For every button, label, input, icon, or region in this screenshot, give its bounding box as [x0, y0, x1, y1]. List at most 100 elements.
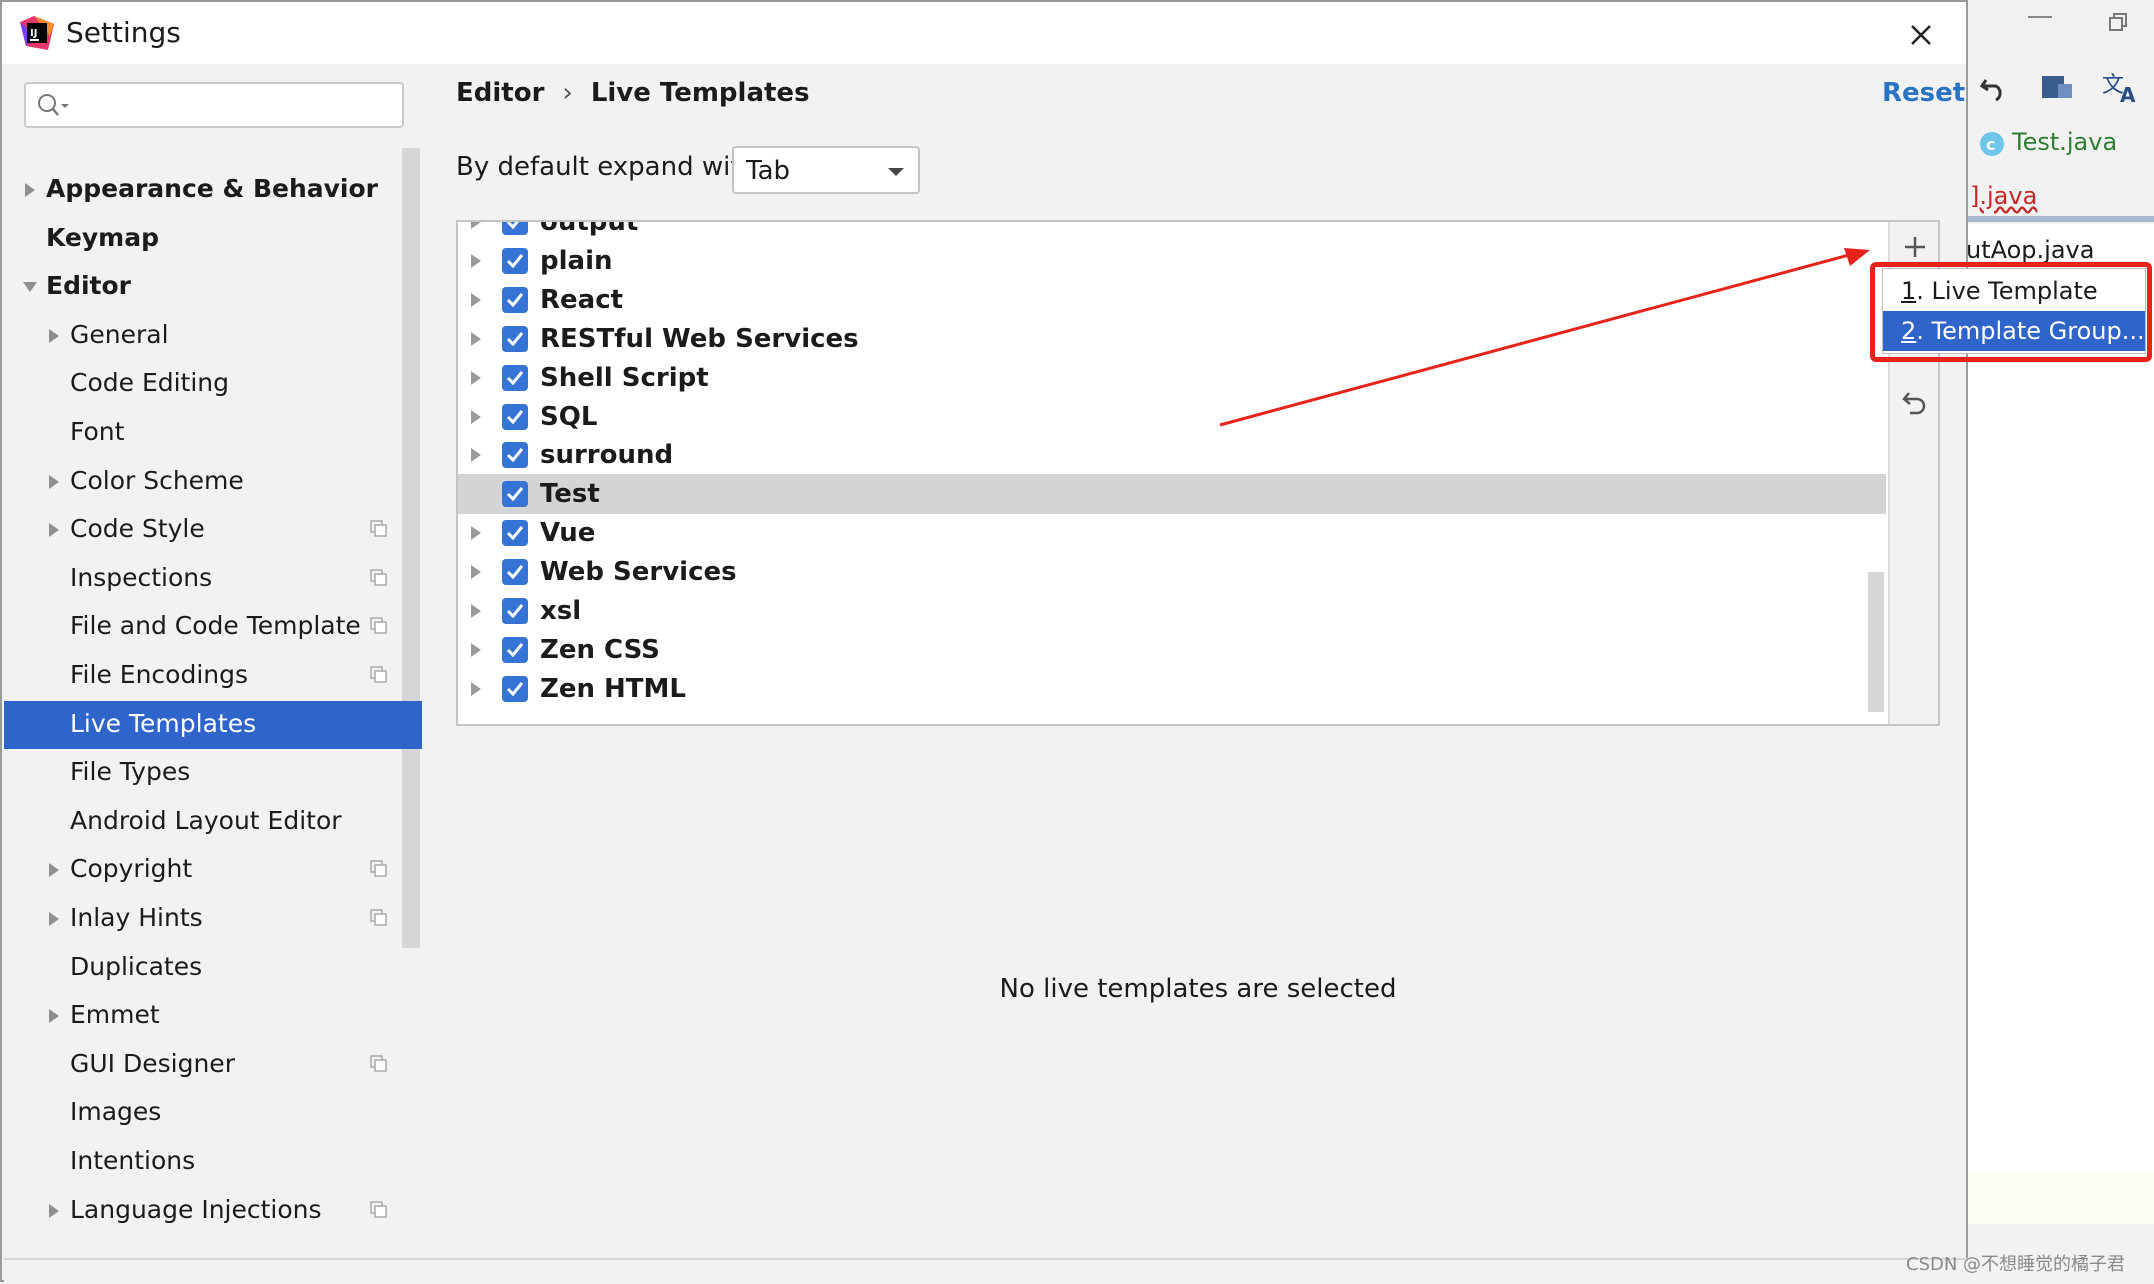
sidebar-item-file-and-code-template[interactable]: File and Code Template — [4, 603, 422, 651]
template-group-checkbox[interactable] — [502, 325, 528, 352]
menu-item-live-template[interactable]: 1. Live Template — [1883, 271, 2145, 311]
breadcrumb-editor[interactable]: Editor — [456, 78, 544, 108]
sidebar-item-code-style[interactable]: Code Style — [4, 506, 422, 554]
chevron-right-icon[interactable] — [46, 1008, 62, 1024]
template-group-row[interactable]: Web Services — [458, 552, 1886, 592]
chevron-right-icon[interactable] — [46, 862, 62, 878]
template-group-checkbox[interactable] — [502, 442, 528, 469]
template-group-checkbox[interactable] — [502, 222, 528, 235]
chevron-right-icon[interactable] — [468, 253, 484, 269]
template-group-checkbox[interactable] — [502, 481, 528, 508]
project-settings-icon — [370, 666, 387, 683]
chevron-right-icon[interactable] — [22, 182, 38, 198]
sidebar-item-keymap[interactable]: Keymap — [4, 215, 422, 263]
sidebar-item-label: Images — [70, 1097, 162, 1127]
template-group-checkbox[interactable] — [502, 598, 528, 624]
sidebar-item-images[interactable]: Images — [4, 1089, 422, 1137]
chevron-right-icon[interactable] — [468, 642, 484, 658]
template-group-checkbox[interactable] — [502, 636, 528, 663]
chevron-right-icon[interactable] — [468, 409, 484, 425]
template-group-row[interactable]: surround — [458, 435, 1886, 475]
editor-tab-test-java[interactable]: Test.java — [2012, 128, 2117, 156]
empty-message: No live templates are selected — [999, 974, 1397, 1004]
editor-tab-java[interactable]: ].java — [1970, 182, 2037, 210]
chevron-right-icon[interactable] — [46, 1203, 62, 1219]
project-settings-icon — [370, 1200, 387, 1218]
template-group-row[interactable]: output — [458, 220, 1886, 242]
search-input[interactable] — [78, 90, 392, 122]
sidebar-item-copyright[interactable]: Copyright — [4, 846, 422, 894]
template-group-checkbox[interactable] — [502, 247, 528, 274]
template-group-checkbox[interactable] — [502, 286, 528, 313]
sidebar-item-code-editing[interactable]: Code Editing — [4, 360, 422, 408]
search-box[interactable] — [24, 82, 404, 128]
project-structure-icon[interactable] — [2040, 72, 2074, 102]
chevron-right-icon[interactable] — [46, 328, 62, 344]
template-group-row[interactable]: Zen CSS — [458, 630, 1886, 670]
sidebar-item-duplicates[interactable]: Duplicates — [4, 944, 422, 992]
template-group-checkbox[interactable] — [502, 403, 528, 430]
chevron-right-icon[interactable] — [468, 564, 484, 580]
chevron-right-icon[interactable] — [468, 292, 484, 308]
sidebar-item-appearance-behavior[interactable]: Appearance & Behavior — [4, 166, 422, 214]
chevron-right-icon[interactable] — [468, 331, 484, 347]
template-group-row[interactable]: Zen HTML — [458, 669, 1886, 709]
chevron-right-icon[interactable] — [468, 370, 484, 386]
add-popup-menu: 1. Live Template 2. Template Group... — [1882, 268, 2146, 354]
sidebar-item-inspections[interactable]: Inspections — [4, 555, 422, 603]
template-group-row[interactable]: xsl — [458, 591, 1886, 631]
svg-text:c: c — [1986, 135, 1995, 154]
template-group-checkbox[interactable] — [502, 364, 528, 391]
sidebar-item-label: Code Editing — [70, 368, 230, 398]
chevron-right-icon[interactable] — [46, 474, 62, 490]
template-list-scrollbar[interactable] — [1868, 572, 1884, 712]
sidebar-item-label: File and Code Template — [70, 611, 361, 641]
chevron-right-icon[interactable] — [468, 681, 484, 697]
restore-icon[interactable] — [2108, 12, 2128, 32]
menu-item-template-group[interactable]: 2. Template Group... — [1883, 311, 2145, 351]
sidebar-item-intentions[interactable]: Intentions — [4, 1138, 422, 1186]
window-title: Settings — [66, 16, 181, 49]
close-icon[interactable] — [1902, 16, 1940, 54]
active-tab-indicator — [1968, 216, 2154, 222]
template-group-row[interactable]: Vue — [458, 513, 1886, 553]
sidebar-item-language-injections[interactable]: Language Injections — [4, 1187, 422, 1235]
chevron-right-icon[interactable] — [46, 522, 62, 538]
editor-tab-aop-java[interactable]: utAop.java — [1966, 236, 2094, 264]
settings-dialog: IJ Settings Appearance & Behavior Keymap E… — [0, 0, 1968, 1284]
menu-mnemonic: 1 — [1901, 277, 1917, 305]
expand-with-dropdown[interactable]: Tab — [732, 146, 920, 194]
translate-icon[interactable]: 文 A — [2102, 70, 2138, 104]
sidebar-item-emmet[interactable]: Emmet — [4, 992, 422, 1040]
template-group-checkbox[interactable] — [502, 559, 528, 586]
sidebar-item-android-layout-editor[interactable]: Android Layout Editor — [4, 798, 422, 846]
plus-icon[interactable] — [1902, 234, 1928, 260]
sidebar-item-label: File Encodings — [70, 660, 249, 689]
sidebar-item-general[interactable]: General — [4, 312, 422, 360]
sidebar-item-font[interactable]: Font — [4, 409, 422, 457]
template-group-label: plain — [540, 245, 613, 276]
reset-link[interactable]: Reset — [1882, 78, 1965, 108]
chevron-right-icon[interactable] — [468, 603, 484, 619]
sidebar-item-file-encodings[interactable]: File Encodings — [4, 652, 422, 700]
sidebar-item-file-types[interactable]: File Types — [4, 749, 422, 797]
sidebar-item-gui-designer[interactable]: GUI Designer — [4, 1041, 422, 1089]
sidebar-item-editor[interactable]: Editor — [4, 263, 422, 311]
sidebar-item-inlay-hints[interactable]: Inlay Hints — [4, 895, 422, 943]
undo-icon[interactable] — [1900, 388, 1930, 418]
sidebar-item-live-templates[interactable]: Live Templates — [4, 700, 422, 749]
template-group-row[interactable]: Test — [458, 474, 1886, 515]
undo-icon[interactable] — [1978, 72, 2008, 102]
chevron-right-icon[interactable] — [468, 220, 484, 230]
template-group-checkbox[interactable] — [502, 520, 528, 547]
chevron-down-icon[interactable] — [22, 279, 38, 295]
project-settings-icon — [370, 1055, 387, 1072]
sidebar-item-label: Editor — [46, 271, 131, 301]
minimize-icon[interactable] — [2028, 16, 2052, 18]
sidebar-item-color-scheme[interactable]: Color Scheme — [4, 458, 422, 506]
chevron-right-icon[interactable] — [46, 911, 62, 927]
chevron-right-icon[interactable] — [468, 525, 484, 541]
checkmark-icon — [506, 604, 524, 619]
template-group-checkbox[interactable] — [502, 675, 528, 702]
chevron-right-icon[interactable] — [468, 447, 484, 463]
